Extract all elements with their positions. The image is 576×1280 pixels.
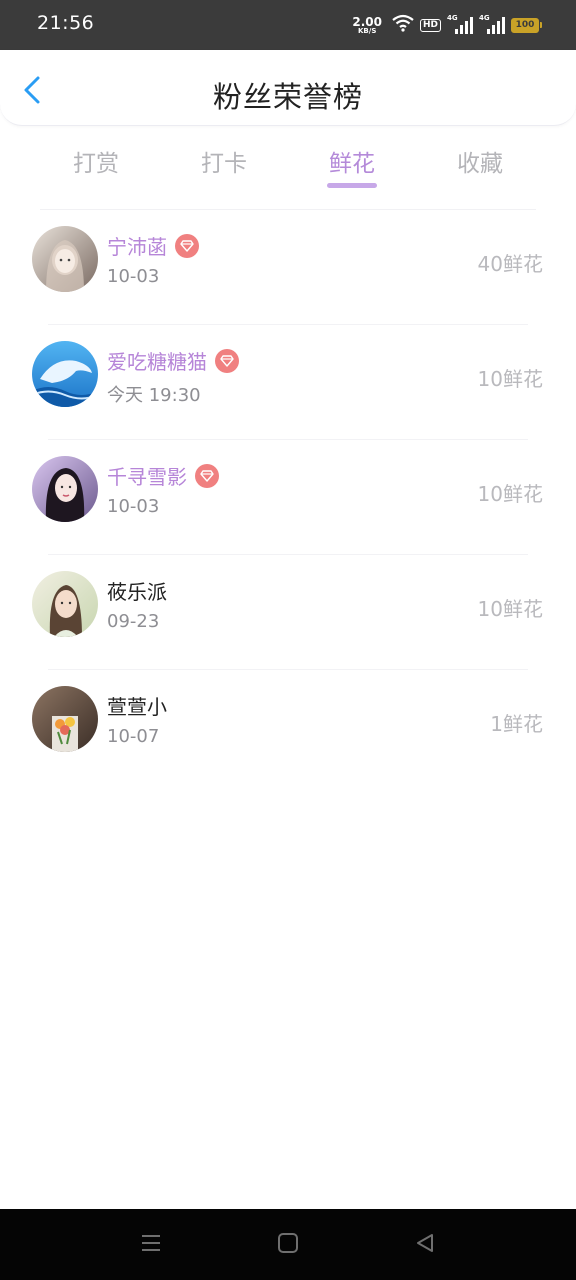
signal-1-label: 4G — [447, 14, 458, 22]
diamond-icon — [175, 233, 199, 258]
tab-checkin[interactable]: 打卡 — [160, 140, 288, 196]
avatar[interactable] — [32, 571, 98, 637]
fan-amount: 10鲜花 — [477, 597, 543, 621]
fan-name-line: 千寻雪影 — [107, 461, 219, 490]
fan-name: 宁沛菡 — [107, 235, 167, 259]
menu-icon — [140, 1233, 162, 1257]
fan-date: 10-03 — [107, 266, 160, 287]
back-nav-button[interactable] — [411, 1231, 439, 1259]
avatar[interactable] — [32, 456, 98, 522]
tab-flowers[interactable]: 鲜花 — [288, 140, 416, 196]
fan-name-line: 萱萱小 — [107, 691, 167, 720]
status-time: 21:56 — [37, 12, 95, 34]
fan-name: 莜乐派 — [107, 580, 167, 604]
fan-name: 爱吃糖糖猫 — [107, 350, 207, 374]
list-item[interactable]: 千寻雪影 10-03 10鲜花 — [0, 440, 576, 555]
back-triangle-icon — [414, 1232, 436, 1258]
diamond-icon — [215, 348, 239, 373]
fan-name: 萱萱小 — [107, 695, 167, 719]
wifi-icon — [392, 14, 414, 36]
battery-level: 100 — [511, 17, 539, 33]
fan-list: 宁沛菡 10-03 40鲜花 爱吃糖糖猫 今天 19:30 10鲜花 千寻雪影 — [0, 210, 576, 785]
list-item[interactable]: 萱萱小 10-07 1鲜花 — [0, 670, 576, 785]
tab-favorites[interactable]: 收藏 — [416, 140, 544, 196]
tab-bar: 打赏 打卡 鲜花 收藏 — [32, 140, 544, 196]
signal-1-icon: 4G — [447, 14, 473, 34]
network-speed: 2.00 KB/S — [352, 16, 382, 35]
network-speed-value: 2.00 — [352, 14, 382, 29]
hd-badge: HD — [419, 18, 441, 32]
fan-name-line: 莜乐派 — [107, 576, 167, 605]
list-item[interactable]: 宁沛菡 10-03 40鲜花 — [0, 210, 576, 325]
fan-date: 今天 19:30 — [107, 385, 201, 406]
diamond-icon — [195, 463, 219, 488]
list-item[interactable]: 爱吃糖糖猫 今天 19:30 10鲜花 — [0, 325, 576, 440]
home-icon — [277, 1232, 299, 1258]
system-nav-bar — [0, 1209, 576, 1280]
page-header: 粉丝荣誉榜 — [0, 50, 576, 126]
fan-name-line: 宁沛菡 — [107, 231, 199, 260]
avatar[interactable] — [32, 341, 98, 407]
tab-reward[interactable]: 打赏 — [32, 140, 160, 196]
fan-date: 10-07 — [107, 726, 160, 747]
signal-2-label: 4G — [479, 14, 490, 22]
page-title: 粉丝荣誉榜 — [212, 80, 363, 114]
avatar[interactable] — [32, 686, 98, 752]
fan-date: 10-03 — [107, 496, 160, 517]
fan-name-line: 爱吃糖糖猫 — [107, 346, 239, 375]
status-bar: 21:56 2.00 KB/S HD 4G 4G 100 — [0, 0, 576, 50]
fan-amount: 10鲜花 — [477, 482, 543, 506]
fan-amount: 40鲜花 — [477, 252, 543, 276]
fan-amount: 1鲜花 — [490, 712, 543, 736]
battery-icon: 100 — [511, 17, 542, 33]
menu-button[interactable] — [137, 1231, 165, 1259]
signal-2-icon: 4G — [479, 14, 505, 34]
status-icons: 2.00 KB/S HD 4G 4G 100 — [352, 13, 542, 37]
fan-name: 千寻雪影 — [107, 465, 187, 489]
avatar[interactable] — [32, 226, 98, 292]
network-speed-unit: KB/S — [358, 26, 377, 35]
list-item[interactable]: 莜乐派 09-23 10鲜花 — [0, 555, 576, 670]
fan-amount: 10鲜花 — [477, 367, 543, 391]
home-button[interactable] — [274, 1231, 302, 1259]
fan-date: 09-23 — [107, 611, 160, 632]
